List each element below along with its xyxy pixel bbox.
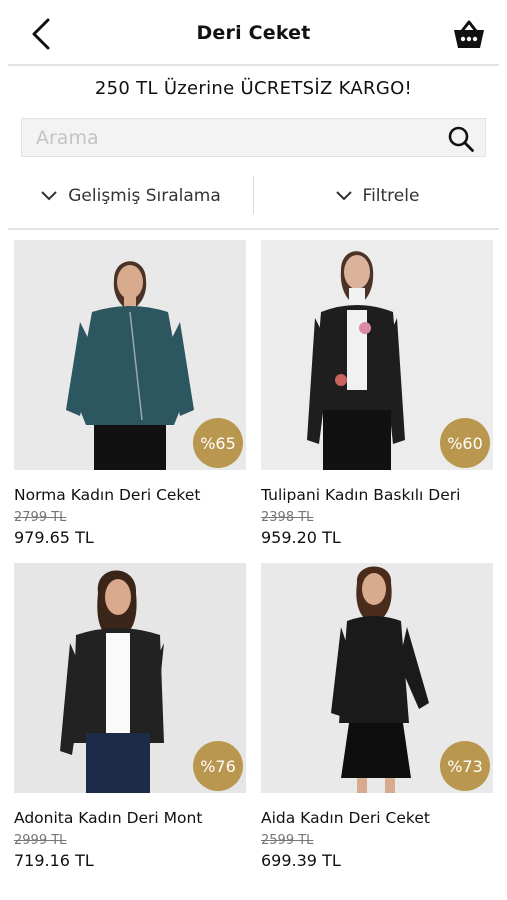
product-image[interactable]: %76 bbox=[14, 563, 246, 793]
product-card[interactable]: %73 Aida Kadın Deri Ceket 2599 TL 699.39… bbox=[261, 563, 493, 870]
original-price: 2398 TL bbox=[261, 510, 314, 525]
original-price: 2999 TL bbox=[14, 833, 67, 848]
search-bar bbox=[21, 118, 486, 157]
chevron-down-icon bbox=[335, 191, 352, 201]
header-bar: Deri Ceket bbox=[8, 0, 499, 66]
product-card[interactable]: %65 Norma Kadın Deri Ceket 2799 TL 979.6… bbox=[14, 240, 246, 547]
sale-price: 699.39 TL bbox=[261, 851, 341, 870]
search-icon[interactable] bbox=[447, 125, 475, 153]
chevron-down-icon bbox=[41, 191, 57, 201]
original-price: 2599 TL bbox=[261, 833, 314, 848]
sort-button[interactable]: Gelişmiş Sıralama bbox=[8, 176, 253, 216]
shopping-basket-icon[interactable] bbox=[451, 18, 487, 50]
sale-price: 959.20 TL bbox=[261, 528, 341, 547]
discount-badge: %73 bbox=[440, 741, 490, 791]
product-card[interactable]: %76 Adonita Kadın Deri Mont 2999 TL 719.… bbox=[14, 563, 246, 870]
toolbar-divider bbox=[253, 176, 254, 214]
sale-price: 979.65 TL bbox=[14, 528, 94, 547]
sort-filter-toolbar: Gelişmiş Sıralama Filtrele bbox=[8, 176, 499, 230]
filter-button[interactable]: Filtrele bbox=[255, 176, 499, 216]
product-name[interactable]: Aida Kadın Deri Ceket bbox=[261, 809, 493, 827]
original-price: 2799 TL bbox=[14, 510, 67, 525]
product-image[interactable]: %73 bbox=[261, 563, 493, 793]
free-shipping-banner: 250 TL Üzerine ÜCRETSİZ KARGO! bbox=[94, 78, 413, 99]
sale-price: 719.16 TL bbox=[14, 851, 94, 870]
product-name[interactable]: Adonita Kadın Deri Mont bbox=[14, 809, 246, 827]
product-name[interactable]: Norma Kadın Deri Ceket bbox=[14, 486, 246, 504]
page-title: Deri Ceket bbox=[196, 22, 311, 44]
filter-label: Filtrele bbox=[362, 186, 420, 206]
discount-badge: %76 bbox=[193, 741, 243, 791]
discount-badge: %65 bbox=[193, 418, 243, 468]
product-name[interactable]: Tulipani Kadın Baskılı Deri bbox=[261, 486, 493, 504]
product-image[interactable]: %60 bbox=[261, 240, 493, 470]
discount-badge: %60 bbox=[440, 418, 490, 468]
product-image[interactable]: %65 bbox=[14, 240, 246, 470]
sort-label: Gelişmiş Sıralama bbox=[68, 186, 221, 206]
search-input[interactable] bbox=[22, 119, 437, 156]
product-card[interactable]: %60 Tulipani Kadın Baskılı Deri 2398 TL … bbox=[261, 240, 493, 547]
